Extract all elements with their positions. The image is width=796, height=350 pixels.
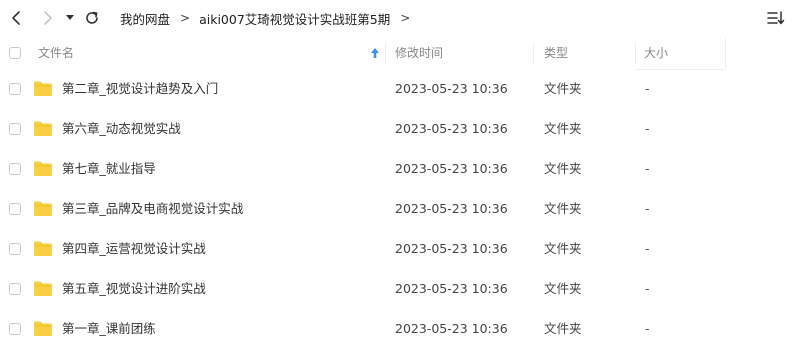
refresh-button[interactable]	[80, 6, 104, 30]
file-row[interactable]: 第三章_品牌及电商视觉设计实战 2023-05-23 10:36 文件夹 -	[0, 190, 796, 230]
column-header-size[interactable]: 大小	[644, 36, 668, 70]
folder-icon	[34, 201, 52, 216]
file-row[interactable]: 第一章_课前团练 2023-05-23 10:36 文件夹 -	[0, 310, 796, 350]
file-size: -	[645, 161, 650, 176]
file-row[interactable]: 第五章_视觉设计进阶实战 2023-05-23 10:36 文件夹 -	[0, 270, 796, 310]
sort-list-icon	[767, 11, 785, 25]
sort-arrow-up-icon[interactable]	[370, 47, 380, 59]
column-divider[interactable]	[533, 42, 534, 64]
breadcrumb-separator-icon: >	[180, 11, 191, 25]
file-size: -	[645, 81, 650, 96]
file-size: -	[645, 241, 650, 256]
file-modified-time: 2023-05-23 10:36	[395, 201, 508, 216]
file-modified-time: 2023-05-23 10:36	[395, 161, 508, 176]
row-checkbox[interactable]	[9, 123, 21, 135]
file-modified-time: 2023-05-23 10:36	[395, 81, 508, 96]
file-modified-time: 2023-05-23 10:36	[395, 281, 508, 296]
folder-icon	[34, 81, 52, 96]
folder-icon	[34, 281, 52, 296]
file-type: 文件夹	[544, 161, 582, 176]
folder-icon	[34, 161, 52, 176]
breadcrumb-item-root[interactable]: 我的网盘	[120, 9, 170, 28]
file-row[interactable]: 第六章_动态视觉实战 2023-05-23 10:36 文件夹 -	[0, 110, 796, 150]
row-checkbox[interactable]	[9, 83, 21, 95]
column-header-type[interactable]: 类型	[544, 36, 568, 70]
file-type: 文件夹	[544, 81, 582, 96]
file-list-header: 文件名 修改时间 类型 大小	[0, 36, 796, 70]
chevron-left-icon	[12, 11, 20, 25]
history-dropdown-button[interactable]	[62, 6, 78, 30]
toolbar: 我的网盘 > aiki007艾琦视觉设计实战班第5期 >	[0, 0, 796, 36]
file-name[interactable]: 第七章_就业指导	[62, 150, 156, 188]
column-header-modified[interactable]: 修改时间	[395, 36, 443, 70]
file-row[interactable]: 第四章_运营视觉设计实战 2023-05-23 10:36 文件夹 -	[0, 230, 796, 270]
refresh-icon	[86, 11, 98, 24]
column-header-name[interactable]: 文件名	[38, 36, 74, 70]
row-checkbox[interactable]	[9, 243, 21, 255]
view-controls	[766, 8, 786, 28]
column-divider[interactable]	[635, 42, 636, 64]
row-checkbox[interactable]	[9, 323, 21, 335]
file-size: -	[645, 201, 650, 216]
file-row[interactable]: 第七章_就业指导 2023-05-23 10:36 文件夹 -	[0, 150, 796, 190]
file-type: 文件夹	[544, 241, 582, 256]
file-modified-time: 2023-05-23 10:36	[395, 121, 508, 136]
row-checkbox[interactable]	[9, 203, 21, 215]
file-row[interactable]: 第二章_视觉设计趋势及入门 2023-05-23 10:36 文件夹 -	[0, 70, 796, 110]
sort-view-button[interactable]	[766, 8, 786, 28]
file-type: 文件夹	[544, 281, 582, 296]
row-checkbox[interactable]	[9, 163, 21, 175]
forward-button[interactable]	[36, 6, 60, 30]
breadcrumb-separator-icon: >	[400, 11, 411, 25]
folder-icon	[34, 241, 52, 256]
file-modified-time: 2023-05-23 10:36	[395, 241, 508, 256]
back-button[interactable]	[4, 6, 28, 30]
select-all-checkbox[interactable]	[9, 47, 21, 59]
file-size: -	[645, 281, 650, 296]
file-name[interactable]: 第四章_运营视觉设计实战	[62, 230, 206, 268]
folder-icon	[34, 121, 52, 136]
file-type: 文件夹	[544, 321, 582, 336]
column-divider[interactable]	[385, 42, 386, 64]
file-type: 文件夹	[544, 201, 582, 216]
file-modified-time: 2023-05-23 10:36	[395, 321, 508, 336]
file-size: -	[645, 321, 650, 336]
file-list: 第二章_视觉设计趋势及入门 2023-05-23 10:36 文件夹 - 第六章_动态视…	[0, 70, 796, 350]
breadcrumb-item-current[interactable]: aiki007艾琦视觉设计实战班第5期	[199, 9, 390, 28]
file-name[interactable]: 第二章_视觉设计趋势及入门	[62, 70, 218, 108]
chevron-right-icon	[44, 11, 52, 25]
caret-down-icon	[66, 15, 74, 20]
file-name[interactable]: 第五章_视觉设计进阶实战	[62, 270, 206, 308]
file-name[interactable]: 第一章_课前团练	[62, 310, 156, 348]
file-name[interactable]: 第三章_品牌及电商视觉设计实战	[62, 190, 243, 228]
row-checkbox[interactable]	[9, 283, 21, 295]
file-name[interactable]: 第六章_动态视觉实战	[62, 110, 181, 148]
breadcrumb: 我的网盘 > aiki007艾琦视觉设计实战班第5期 >	[120, 0, 419, 36]
file-size: -	[645, 121, 650, 136]
file-type: 文件夹	[544, 121, 582, 136]
folder-icon	[34, 321, 52, 336]
